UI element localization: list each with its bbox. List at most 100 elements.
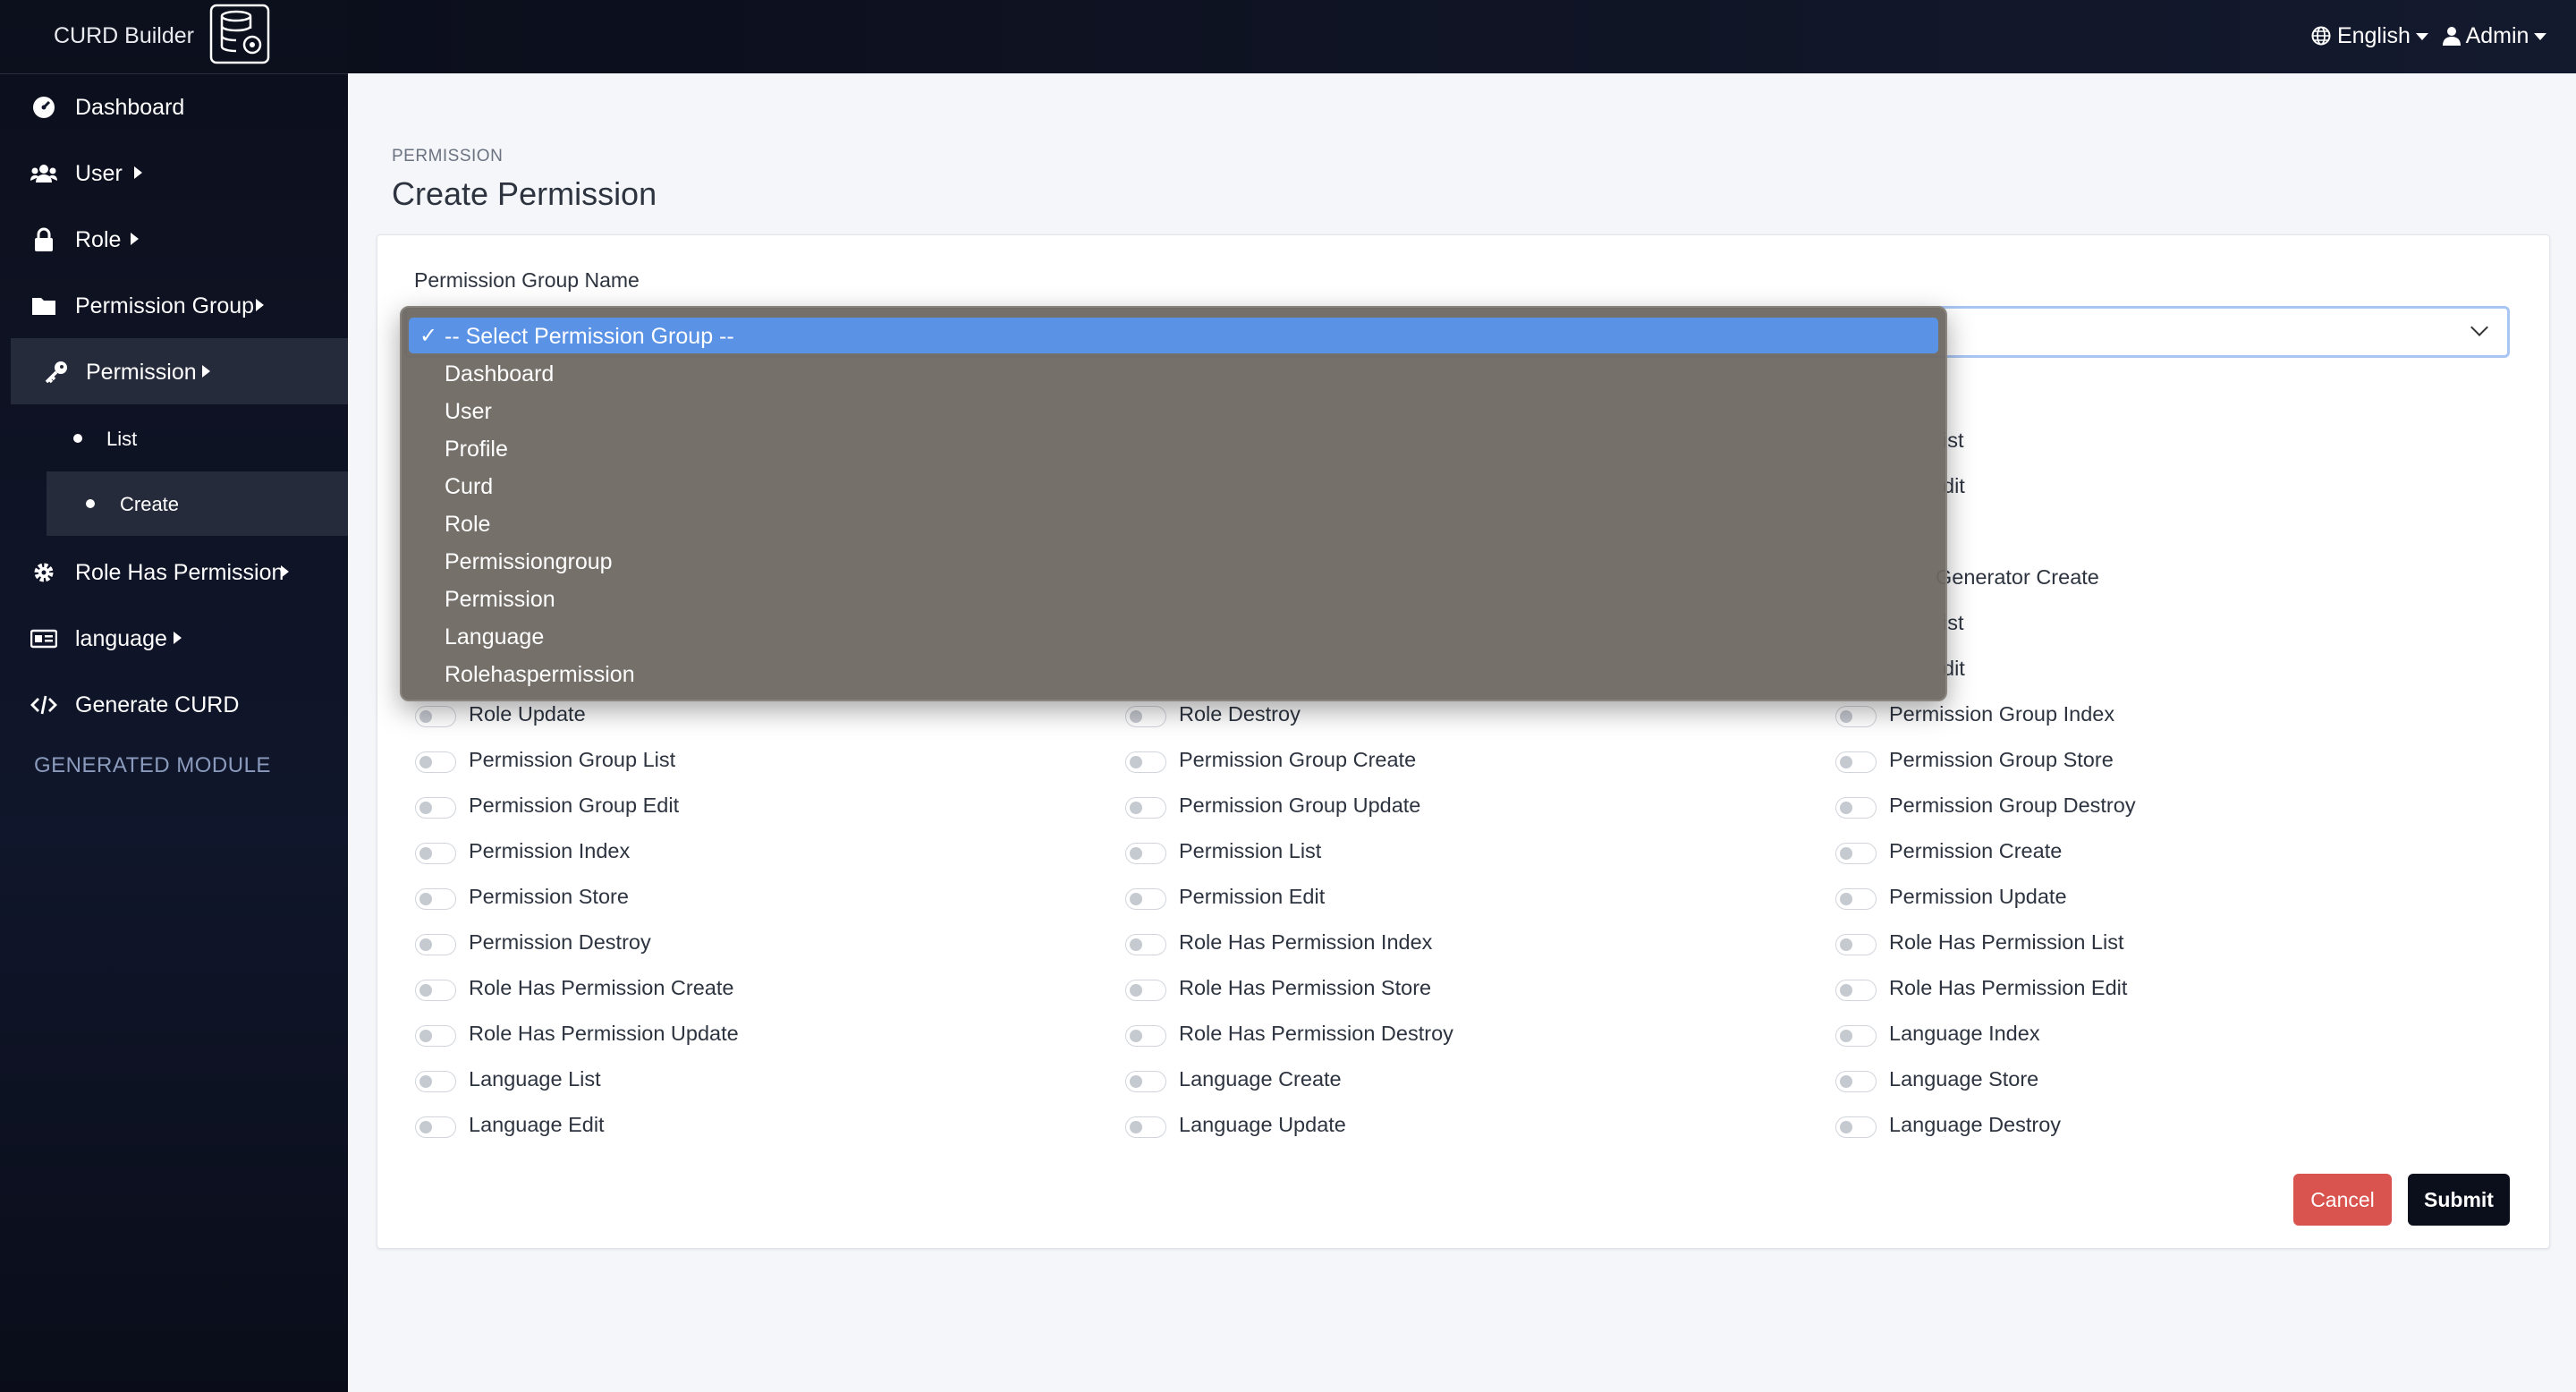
- permission-label: Language Update: [1179, 1113, 1346, 1136]
- permission-label: Permission Group List: [469, 748, 676, 771]
- toggle-switch[interactable]: [1835, 797, 1877, 819]
- sidebar-item-label: Permission Group: [75, 293, 255, 318]
- toggle-switch[interactable]: [415, 888, 456, 910]
- sidebar-item-label: Permission: [86, 360, 197, 385]
- toggle-switch[interactable]: [1835, 1025, 1877, 1047]
- permission-label: Role Has Permission Update: [469, 1022, 739, 1045]
- sidebar-item-role[interactable]: Role: [0, 206, 348, 272]
- permission-label: Permission Group Destroy: [1889, 794, 2136, 817]
- id-card-icon: [30, 629, 57, 649]
- dropdown-option[interactable]: Role: [409, 505, 1938, 541]
- dropdown-option-label: Profile: [445, 437, 508, 462]
- permission-label: Permission Group Store: [1889, 748, 2114, 771]
- gear-icon: [34, 563, 54, 582]
- language-dropdown[interactable]: English: [2311, 23, 2428, 49]
- cancel-button[interactable]: Cancel: [2293, 1174, 2392, 1226]
- dropdown-option-label: Dashboard: [445, 361, 555, 386]
- permission-label: Role Destroy: [1179, 702, 1301, 726]
- toggle-switch[interactable]: [1835, 1116, 1877, 1138]
- dropdown-option-label: -- Select Permission Group --: [445, 324, 734, 349]
- toggle-switch[interactable]: [415, 1116, 456, 1138]
- toggle-switch[interactable]: [1835, 1071, 1877, 1092]
- permission-label: Permission Index: [469, 839, 631, 862]
- dropdown-option-label: Role: [445, 512, 491, 537]
- brand[interactable]: CURD Builder: [0, 0, 348, 74]
- permission-label: Role Has Permission List: [1889, 930, 2124, 954]
- dropdown-option[interactable]: Curd: [409, 468, 1938, 504]
- toggle-switch[interactable]: [1835, 934, 1877, 955]
- sidebar-item-permission-group[interactable]: Permission Group: [0, 272, 348, 338]
- toggle-switch[interactable]: [1125, 706, 1166, 727]
- permission-label: Language Create: [1179, 1067, 1342, 1091]
- toggle-switch[interactable]: [415, 980, 456, 1001]
- sidebar: CURD Builder Dashboard User Role Permiss…: [0, 0, 348, 1392]
- permission-label: Permission Group Update: [1179, 794, 1421, 817]
- toggle-switch[interactable]: [1125, 888, 1166, 910]
- caret-right-icon: [256, 299, 264, 311]
- sidebar-item-label: User: [75, 161, 123, 186]
- user-dropdown[interactable]: Admin: [2443, 23, 2547, 49]
- toggle-switch[interactable]: [415, 1071, 456, 1092]
- permission-label: Permission Create: [1889, 839, 2063, 862]
- submit-button[interactable]: Submit: [2408, 1174, 2510, 1226]
- dropdown-option[interactable]: Rolehaspermission: [409, 656, 1938, 692]
- toggle-switch[interactable]: [1125, 843, 1166, 864]
- dropdown-option[interactable]: User: [409, 393, 1938, 429]
- permission-label: Language List: [469, 1067, 601, 1091]
- toggle-switch[interactable]: [1835, 888, 1877, 910]
- sidebar-item-user[interactable]: User: [0, 140, 348, 206]
- dropdown-option[interactable]: Profile: [409, 430, 1938, 466]
- permission-group-label: Permission Group Name: [414, 268, 640, 292]
- permission-label: Role Has Permission Index: [1179, 930, 1433, 954]
- breadcrumb: PERMISSION: [392, 147, 504, 166]
- toggle-switch[interactable]: [1125, 797, 1166, 819]
- sidebar-item-label: Role Has Permission: [75, 560, 284, 585]
- code-icon: [30, 695, 57, 715]
- sidebar-item-generate-curd[interactable]: Generate CURD: [0, 671, 348, 737]
- toggle-switch[interactable]: [1125, 751, 1166, 773]
- toggle-switch[interactable]: [1835, 706, 1877, 727]
- sidebar-item-permission[interactable]: Permission: [11, 338, 348, 404]
- permission-label: Permission Update: [1889, 885, 2067, 908]
- toggle-switch[interactable]: [1125, 1071, 1166, 1092]
- permission-label: Role Has Permission Destroy: [1179, 1022, 1453, 1045]
- sidebar-item-language[interactable]: language: [0, 605, 348, 671]
- dropdown-option[interactable]: Permissiongroup: [409, 543, 1938, 579]
- dropdown-option[interactable]: Permission: [409, 581, 1938, 616]
- dropdown-option-selected[interactable]: ✓ -- Select Permission Group --: [409, 318, 1938, 353]
- dropdown-option-label: Permissiongroup: [445, 549, 613, 574]
- dropdown-option[interactable]: Dashboard: [409, 355, 1938, 391]
- sidebar-subitem-create[interactable]: Create: [47, 471, 348, 536]
- sidebar-subitem-label: Create: [120, 493, 180, 515]
- toggle-switch[interactable]: [1125, 980, 1166, 1001]
- permission-label: Permission Group Create: [1179, 748, 1417, 771]
- toggle-switch[interactable]: [1125, 1025, 1166, 1047]
- toggle-switch[interactable]: [1835, 843, 1877, 864]
- sidebar-item-dashboard[interactable]: Dashboard: [0, 73, 348, 140]
- toggle-switch[interactable]: [415, 797, 456, 819]
- toggle-switch[interactable]: [415, 1025, 456, 1047]
- sidebar-item-role-has-permission[interactable]: Role Has Permission: [0, 539, 348, 605]
- toggle-switch[interactable]: [1835, 751, 1877, 773]
- caret-right-icon: [134, 166, 142, 179]
- key-icon: [45, 361, 67, 384]
- sidebar-item-label: Generate CURD: [75, 692, 240, 717]
- toggle-switch[interactable]: [415, 843, 456, 864]
- toggle-switch[interactable]: [1125, 934, 1166, 955]
- permission-label: Role Update: [469, 702, 586, 726]
- toggle-switch[interactable]: [1125, 1116, 1166, 1138]
- caret-right-icon: [174, 632, 182, 644]
- dropdown-option[interactable]: Language: [409, 618, 1938, 654]
- toggle-switch[interactable]: [415, 934, 456, 955]
- permission-label: Language Store: [1889, 1067, 2039, 1091]
- bullet-icon: [73, 434, 82, 443]
- toggle-switch[interactable]: [415, 751, 456, 773]
- sidebar-item-label: Dashboard: [75, 95, 185, 120]
- permission-label: Language Destroy: [1889, 1113, 2062, 1136]
- sidebar-item-label: language: [75, 626, 167, 651]
- toggle-switch[interactable]: [415, 706, 456, 727]
- caret-right-icon: [202, 365, 210, 378]
- toggle-switch[interactable]: [1835, 980, 1877, 1001]
- chevron-down-icon: [2470, 318, 2488, 336]
- sidebar-subitem-list[interactable]: List: [11, 406, 348, 471]
